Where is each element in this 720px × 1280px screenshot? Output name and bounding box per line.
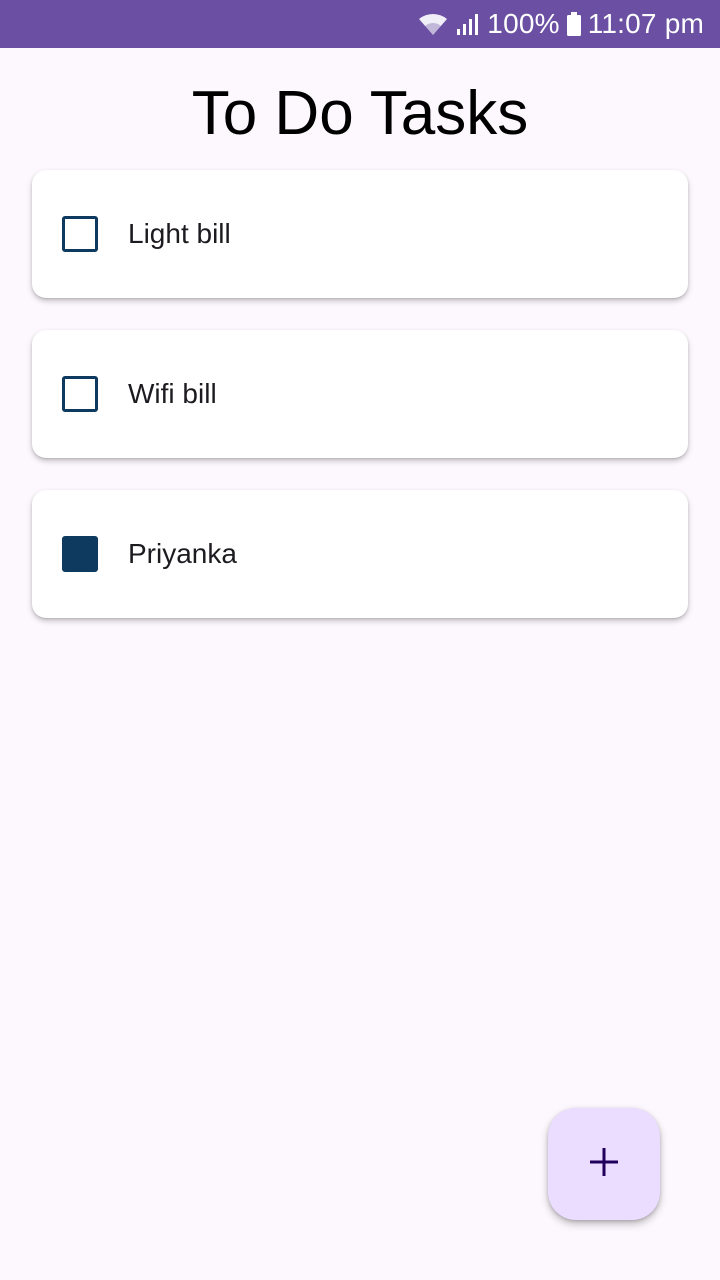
status-time: 11:07 pm bbox=[587, 8, 704, 39]
task-checkbox[interactable] bbox=[62, 536, 98, 572]
task-list: Light bill Wifi bill Priyanka bbox=[32, 170, 688, 650]
task-label: Priyanka bbox=[128, 538, 237, 569]
plus-icon bbox=[588, 1146, 620, 1183]
task-card[interactable]: Priyanka bbox=[32, 490, 688, 618]
task-checkbox[interactable] bbox=[62, 216, 98, 252]
signal-icon bbox=[455, 11, 481, 37]
page-title: To Do Tasks bbox=[191, 79, 529, 148]
battery-icon bbox=[566, 11, 582, 37]
battery-percent: 100% bbox=[487, 8, 560, 39]
task-label: Light bill bbox=[128, 218, 231, 249]
task-card[interactable]: Wifi bill bbox=[32, 330, 688, 458]
task-checkbox[interactable] bbox=[62, 376, 98, 412]
task-card[interactable]: Light bill bbox=[32, 170, 688, 298]
status-bar: 100% 11:07 pm bbox=[0, 0, 720, 48]
add-task-button[interactable] bbox=[548, 1108, 660, 1220]
task-label: Wifi bill bbox=[128, 378, 217, 409]
wifi-icon bbox=[417, 11, 449, 37]
